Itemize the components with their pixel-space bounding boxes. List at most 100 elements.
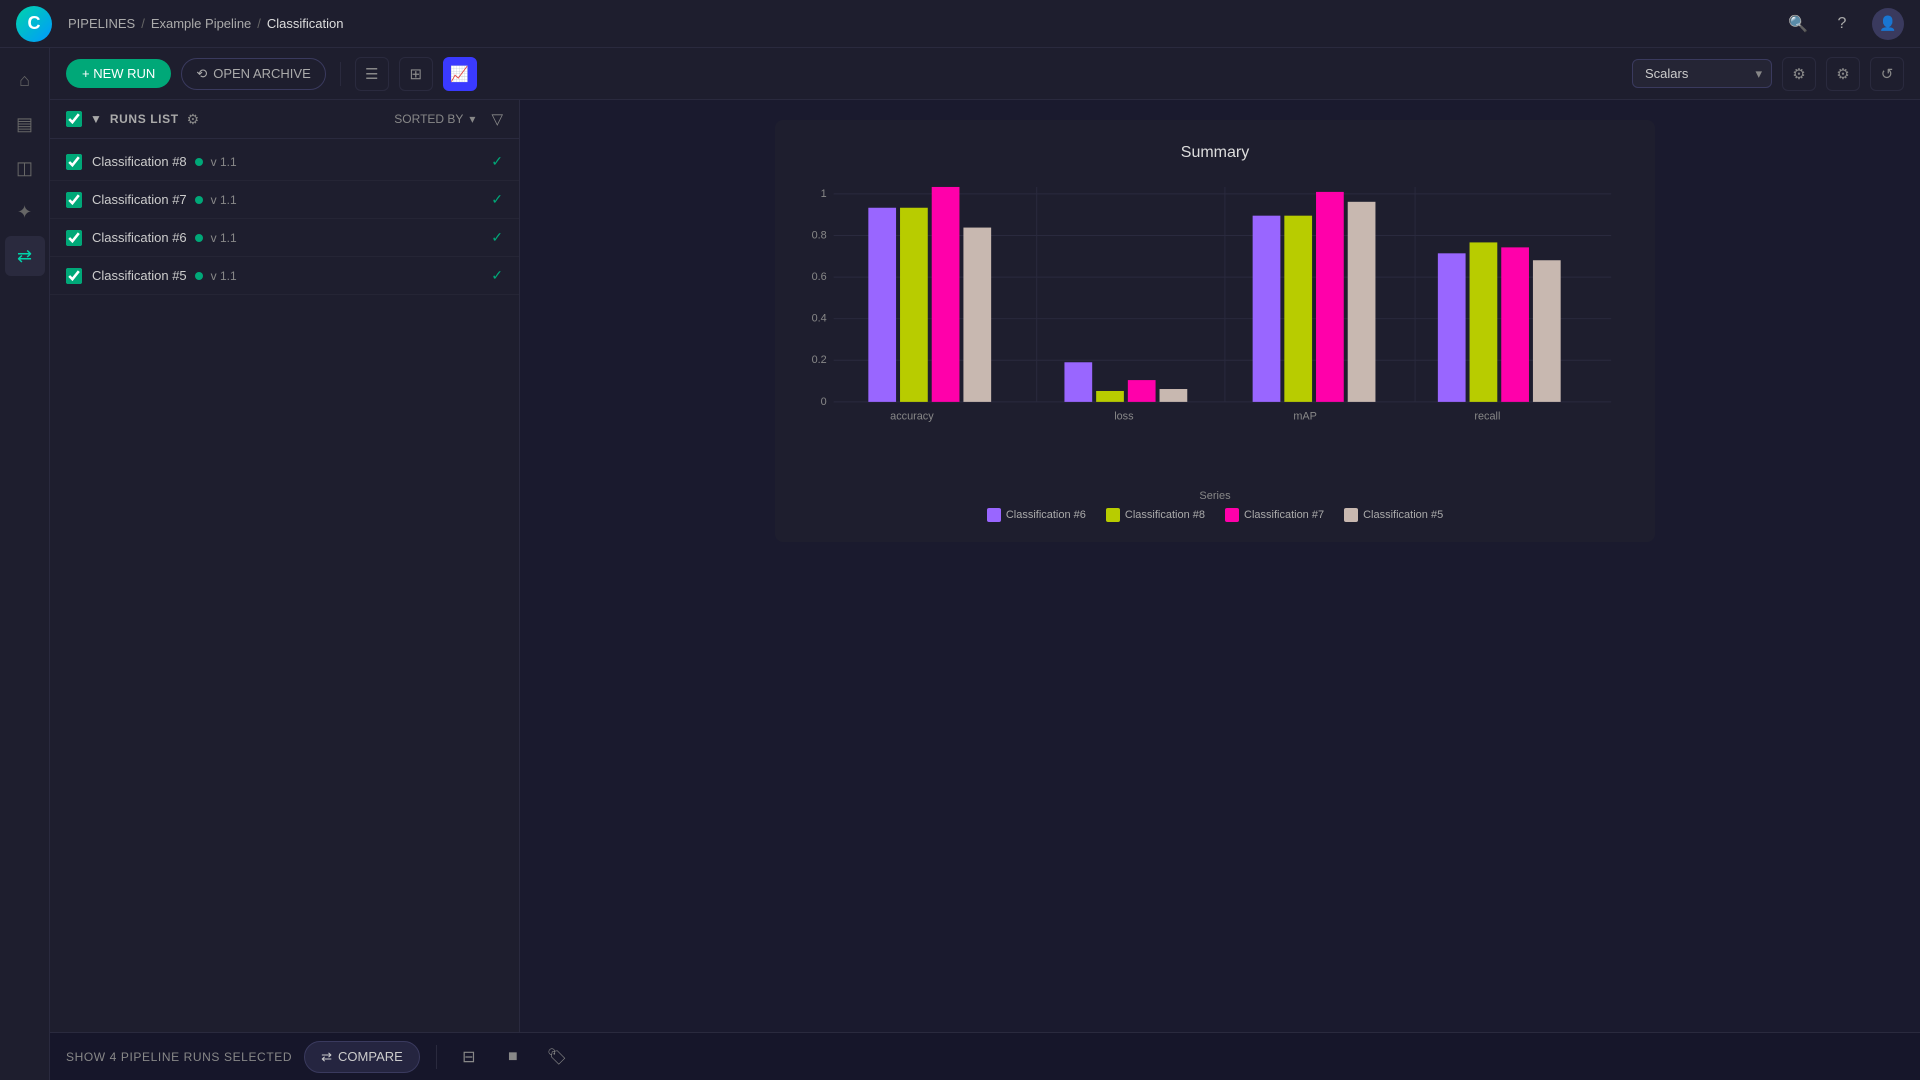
open-archive-button[interactable]: ⟲ OPEN ARCHIVE: [181, 58, 325, 90]
bar-loss-6: [1064, 362, 1092, 402]
bottom-action-square[interactable]: ■: [497, 1041, 529, 1073]
chart-container: Summary 1 0.8 0.6 0.4 0.2 0: [775, 120, 1655, 542]
avatar[interactable]: 👤: [1872, 8, 1904, 40]
help-icon[interactable]: ?: [1828, 10, 1856, 38]
toolbar-right: Scalars Metrics Parameters ⚙ ⚙ ↺: [1632, 57, 1904, 91]
sorted-by-chevron: ▾: [469, 112, 475, 126]
breadcrumb-part1[interactable]: PIPELINES: [68, 16, 135, 31]
toolbar: + NEW RUN ⟲ OPEN ARCHIVE ☰ ⊞ 📈 Scalars M…: [50, 48, 1920, 100]
run-selected-check-6: ✓: [491, 229, 503, 246]
runs-header: ▼ RUNS LIST ⚙ SORTED BY ▾ ▽: [50, 100, 519, 139]
run-version-6: v 1.1: [211, 231, 237, 245]
view-grid-button[interactable]: ⊞: [399, 57, 433, 91]
bar-accuracy-8: [900, 208, 928, 402]
legend-label-5: Classification #5: [1363, 509, 1443, 521]
run-checkbox-6[interactable]: [66, 230, 82, 246]
legend-label-6: Classification #6: [1006, 509, 1086, 521]
run-checkbox-8[interactable]: [66, 154, 82, 170]
run-item[interactable]: Classification #7 v 1.1 ✓: [50, 181, 519, 219]
legend-label-8: Classification #8: [1125, 509, 1205, 521]
svg-text:0: 0: [821, 396, 827, 408]
run-status-dot-5: [195, 272, 203, 280]
open-archive-label: OPEN ARCHIVE: [213, 66, 311, 81]
bar-map-8: [1284, 216, 1312, 402]
run-item[interactable]: Classification #6 v 1.1 ✓: [50, 219, 519, 257]
bar-loss-5: [1160, 389, 1188, 402]
bar-recall-5: [1533, 260, 1561, 402]
breadcrumb-current: Classification: [267, 16, 344, 31]
run-item[interactable]: Classification #5 v 1.1 ✓: [50, 257, 519, 295]
sidebar-item-home[interactable]: ⌂: [5, 60, 45, 100]
sorted-by-control[interactable]: SORTED BY ▾: [394, 112, 475, 126]
filter-icon[interactable]: ▽: [491, 110, 503, 128]
run-status-dot-7: [195, 196, 203, 204]
run-name-6: Classification #6 v 1.1: [92, 230, 481, 245]
sidebar-item-analytics[interactable]: ▤: [5, 104, 45, 144]
scalars-select[interactable]: Scalars Metrics Parameters: [1632, 59, 1772, 88]
runs-settings-icon[interactable]: ⚙: [187, 111, 200, 128]
run-selected-check-8: ✓: [491, 153, 503, 170]
search-icon[interactable]: 🔍: [1784, 10, 1812, 38]
expand-icon[interactable]: ▼: [90, 112, 102, 126]
bottom-info-text: SHOW 4 PIPELINE RUNS SELECTED: [66, 1050, 292, 1064]
bottom-action-archive[interactable]: ⊟: [453, 1041, 485, 1073]
settings-filter-icon[interactable]: ⚙: [1782, 57, 1816, 91]
svg-text:0.4: 0.4: [812, 313, 827, 325]
x-label-map: mAP: [1293, 411, 1317, 423]
run-name-5: Classification #5 v 1.1: [92, 268, 481, 283]
chart-legend: Series Classification #6 Classification …: [799, 490, 1631, 522]
compare-icon: ⇄: [321, 1049, 332, 1065]
bar-loss-8: [1096, 391, 1124, 402]
legend-item-8: Classification #8: [1106, 508, 1205, 522]
new-run-button[interactable]: + NEW RUN: [66, 59, 171, 88]
bar-accuracy-6: [868, 208, 896, 402]
run-checkbox-7[interactable]: [66, 192, 82, 208]
legend-item-6: Classification #6: [987, 508, 1086, 522]
legend-color-7: [1225, 508, 1239, 522]
runs-select-all-checkbox[interactable]: [66, 111, 82, 127]
run-item[interactable]: Classification #8 v 1.1 ✓: [50, 143, 519, 181]
legend-color-5: [1344, 508, 1358, 522]
topbar-right: 🔍 ? 👤: [1784, 8, 1904, 40]
legend-color-8: [1106, 508, 1120, 522]
breadcrumb-part2[interactable]: Example Pipeline: [151, 16, 251, 31]
run-name-7: Classification #7 v 1.1: [92, 192, 481, 207]
legend-label-7: Classification #7: [1244, 509, 1324, 521]
topbar: C PIPELINES / Example Pipeline / Classif…: [0, 0, 1920, 48]
main-layout: ⌂ ▤ ◫ ✦ ⇄ + NEW RUN ⟲ OPEN ARCHIVE ☰ ⊞ 📈…: [0, 48, 1920, 1080]
chart-title: Summary: [799, 144, 1631, 162]
breadcrumb-sep2: /: [257, 16, 261, 31]
bar-recall-6: [1438, 253, 1466, 402]
gear-icon[interactable]: ⚙: [1826, 57, 1860, 91]
x-label-loss: loss: [1114, 411, 1134, 423]
x-label-accuracy: accuracy: [890, 411, 934, 423]
scalars-select-wrapper[interactable]: Scalars Metrics Parameters: [1632, 59, 1772, 88]
legend-items: Classification #6 Classification #8 Clas…: [799, 508, 1631, 522]
breadcrumb: PIPELINES / Example Pipeline / Classific…: [68, 16, 1784, 31]
bar-loss-7: [1128, 380, 1156, 402]
bar-accuracy-7: [932, 187, 960, 402]
run-checkbox-5[interactable]: [66, 268, 82, 284]
legend-item-7: Classification #7: [1225, 508, 1324, 522]
bar-map-5: [1348, 202, 1376, 402]
legend-item-5: Classification #5: [1344, 508, 1443, 522]
x-label-recall: recall: [1474, 411, 1500, 423]
bottom-separator: [436, 1045, 437, 1069]
compare-button[interactable]: ⇄ COMPARE: [304, 1041, 420, 1073]
app-logo[interactable]: C: [16, 6, 52, 42]
legend-color-6: [987, 508, 1001, 522]
refresh-icon[interactable]: ↺: [1870, 57, 1904, 91]
view-chart-button[interactable]: 📈: [443, 57, 477, 91]
run-status-dot-8: [195, 158, 203, 166]
sidebar-item-plugins[interactable]: ✦: [5, 192, 45, 232]
run-status-dot-6: [195, 234, 203, 242]
sidebar-icons: ⌂ ▤ ◫ ✦ ⇄: [0, 48, 50, 1080]
svg-text:0.8: 0.8: [812, 229, 827, 241]
sidebar-item-compare[interactable]: ⇄: [5, 236, 45, 276]
view-list-button[interactable]: ☰: [355, 57, 389, 91]
run-name-8: Classification #8 v 1.1: [92, 154, 481, 169]
bar-recall-8: [1470, 242, 1498, 401]
sidebar-item-layers[interactable]: ◫: [5, 148, 45, 188]
bottom-action-tag[interactable]: 🏷: [541, 1041, 573, 1073]
run-selected-check-7: ✓: [491, 191, 503, 208]
